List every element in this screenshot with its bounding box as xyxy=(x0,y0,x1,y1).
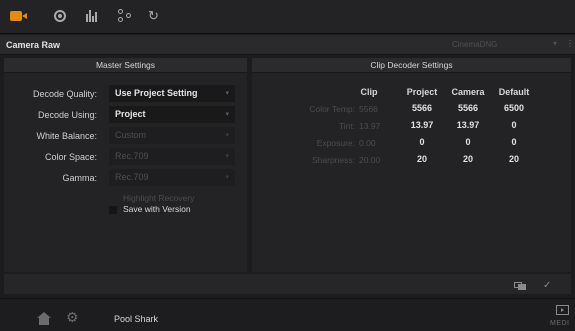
white-balance-value: Custom xyxy=(115,130,147,140)
tint-project: 13.97 xyxy=(410,120,434,130)
color-temp-camera: 5566 xyxy=(457,103,479,113)
exposure-camera: 0 xyxy=(465,137,471,147)
gear-icon[interactable]: ⚙ xyxy=(66,310,79,324)
clip-decoder-heading: Clip Decoder Settings xyxy=(252,58,571,73)
checkbox-group: Highlight Recovery Save with Version xyxy=(109,193,235,215)
chevron-down-icon[interactable]: ▾ xyxy=(553,39,557,48)
nodes-icon[interactable] xyxy=(117,8,135,24)
decode-using-select[interactable]: Project ▾ xyxy=(109,106,235,123)
chevron-down-icon: ▾ xyxy=(225,132,229,139)
histogram-icon[interactable] xyxy=(84,8,102,24)
tint-camera: 13.97 xyxy=(456,120,480,130)
page-footer xyxy=(0,298,575,331)
highlight-recovery-label: Highlight Recovery xyxy=(123,193,195,203)
sharpness-camera: 20 xyxy=(462,154,473,164)
sharpness-project: 20 xyxy=(416,154,427,164)
project-name: Pool Shark xyxy=(114,314,159,324)
home-icon[interactable] xyxy=(37,312,51,325)
apply-settings-icon[interactable]: ✓ xyxy=(543,280,551,291)
gamma-label: Gamma: xyxy=(62,173,97,183)
decode-using-value: Project xyxy=(115,109,146,119)
sharpness-default: 20 xyxy=(508,154,519,164)
color-temp-project: 5566 xyxy=(411,103,433,113)
copy-settings-icon[interactable] xyxy=(514,282,526,290)
color-space-select[interactable]: Rec.709 ▾ xyxy=(109,148,235,165)
decode-using-label: Decode Using: xyxy=(37,110,97,120)
panel-bottom-bar xyxy=(4,274,571,294)
options-menu-icon[interactable]: ⋮ xyxy=(566,39,574,48)
format-selector[interactable]: CinemaDNG xyxy=(452,40,497,49)
highlight-recovery-checkbox[interactable]: Highlight Recovery xyxy=(109,193,235,204)
exposure-default: 0 xyxy=(511,137,517,147)
chevron-down-icon: ▾ xyxy=(225,174,229,181)
white-balance-label: White Balance: xyxy=(36,131,97,141)
sharpness-label: Sharpness: xyxy=(312,155,355,165)
page-toolbar: ↻ xyxy=(0,0,575,34)
column-header-camera: Camera xyxy=(451,87,485,97)
color-wheel-icon[interactable] xyxy=(52,8,70,24)
checkbox-box[interactable] xyxy=(109,206,117,214)
page-title: Camera Raw xyxy=(6,40,61,50)
decode-quality-label: Decode Quality: xyxy=(32,89,97,99)
sync-icon[interactable]: ↻ xyxy=(148,8,166,24)
gamma-select[interactable]: Rec.709 ▾ xyxy=(109,169,235,186)
tint-default: 0 xyxy=(511,120,517,130)
column-header-clip: Clip xyxy=(360,87,378,97)
chevron-down-icon: ▾ xyxy=(225,153,229,160)
chevron-down-icon: ▾ xyxy=(225,90,229,97)
gamma-value: Rec.709 xyxy=(115,172,149,182)
media-label[interactable]: MEDI xyxy=(550,320,570,327)
tint-label: Tint: xyxy=(338,121,355,131)
white-balance-select[interactable]: Custom ▾ xyxy=(109,127,235,144)
camera-raw-header: Camera Raw CinemaDNG ▾ ⋮ xyxy=(0,35,575,55)
camera-raw-icon[interactable] xyxy=(10,8,28,24)
decode-quality-value: Use Project Setting xyxy=(115,88,198,98)
column-header-project: Project xyxy=(406,87,438,97)
save-with-version-checkbox[interactable]: Save with Version xyxy=(109,204,235,215)
color-space-value: Rec.709 xyxy=(115,151,149,161)
color-temp-label: Color Temp: xyxy=(309,104,355,114)
save-with-version-label: Save with Version xyxy=(123,204,191,214)
media-icon[interactable] xyxy=(556,305,569,315)
color-space-label: Color Space: xyxy=(44,152,97,162)
column-header-default: Default xyxy=(498,87,530,97)
master-settings-heading: Master Settings xyxy=(4,58,247,73)
color-temp-default: 6500 xyxy=(503,103,525,113)
decode-quality-select[interactable]: Use Project Setting ▾ xyxy=(109,85,235,102)
exposure-project: 0 xyxy=(419,137,425,147)
exposure-label: Exposure: xyxy=(316,138,355,148)
chevron-down-icon: ▾ xyxy=(225,111,229,118)
